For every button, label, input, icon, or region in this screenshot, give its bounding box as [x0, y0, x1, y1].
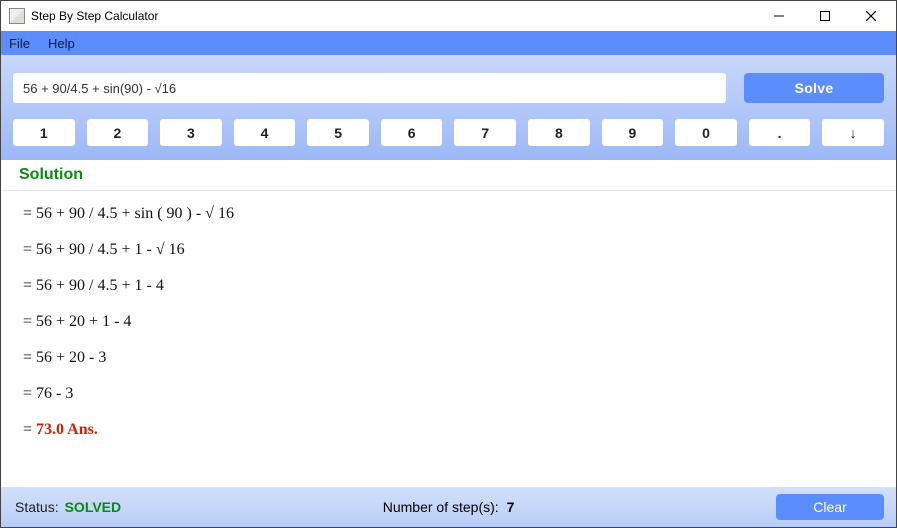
- solution-steps: = 56 + 90 / 4.5 + sin ( 90 ) - √ 16 = 56…: [1, 191, 896, 487]
- steps-count-value: 7: [507, 499, 515, 515]
- solution-step: = 56 + 20 - 3: [23, 349, 896, 367]
- titlebar: Step By Step Calculator: [1, 1, 896, 31]
- solution-answer: = 73.0 Ans.: [23, 421, 896, 439]
- key-5[interactable]: 5: [307, 119, 369, 146]
- solution-step: = 56 + 90 / 4.5 + 1 - √ 16: [23, 241, 896, 259]
- menu-file[interactable]: File: [9, 36, 30, 51]
- key-2[interactable]: 2: [87, 119, 149, 146]
- key-1[interactable]: 1: [13, 119, 75, 146]
- solution-step: = 76 - 3: [23, 385, 896, 403]
- expression-input[interactable]: [13, 73, 726, 103]
- minimize-button[interactable]: [756, 1, 802, 31]
- status-value: SOLVED: [65, 499, 122, 515]
- clear-button[interactable]: Clear: [776, 494, 884, 520]
- key-4[interactable]: 4: [234, 119, 296, 146]
- maximize-button[interactable]: [802, 1, 848, 31]
- solution-panel: Solution = 56 + 90 / 4.5 + sin ( 90 ) - …: [1, 160, 896, 487]
- arrow-down-icon: ↓: [850, 125, 857, 141]
- key-3[interactable]: 3: [160, 119, 222, 146]
- solution-step: = 56 + 20 + 1 - 4: [23, 313, 896, 331]
- solution-step: = 56 + 90 / 4.5 + sin ( 90 ) - √ 16: [23, 205, 896, 223]
- keypad: 1 2 3 4 5 6 7 8 9 0 . ↓: [13, 119, 884, 146]
- key-7[interactable]: 7: [454, 119, 516, 146]
- answer-value: 73.0 Ans.: [36, 421, 98, 438]
- menubar: File Help: [1, 31, 896, 55]
- key-down[interactable]: ↓: [822, 119, 884, 146]
- steps-count-label: Number of step(s): 7: [383, 499, 515, 515]
- key-6[interactable]: 6: [381, 119, 443, 146]
- solution-step: = 56 + 90 / 4.5 + 1 - 4: [23, 277, 896, 295]
- key-9[interactable]: 9: [602, 119, 664, 146]
- input-panel: Solve 1 2 3 4 5 6 7 8 9 0 . ↓: [1, 55, 896, 160]
- solution-header: Solution: [1, 160, 896, 191]
- statusbar: Status: SOLVED Number of step(s): 7 Clea…: [1, 487, 896, 527]
- menu-help[interactable]: Help: [48, 36, 75, 51]
- key-0[interactable]: 0: [675, 119, 737, 146]
- status-label: Status:: [15, 499, 59, 515]
- window-title: Step By Step Calculator: [31, 9, 158, 23]
- key-8[interactable]: 8: [528, 119, 590, 146]
- close-button[interactable]: [848, 1, 894, 31]
- key-dot[interactable]: .: [749, 119, 811, 146]
- app-icon: [9, 8, 25, 24]
- solve-button[interactable]: Solve: [744, 73, 884, 103]
